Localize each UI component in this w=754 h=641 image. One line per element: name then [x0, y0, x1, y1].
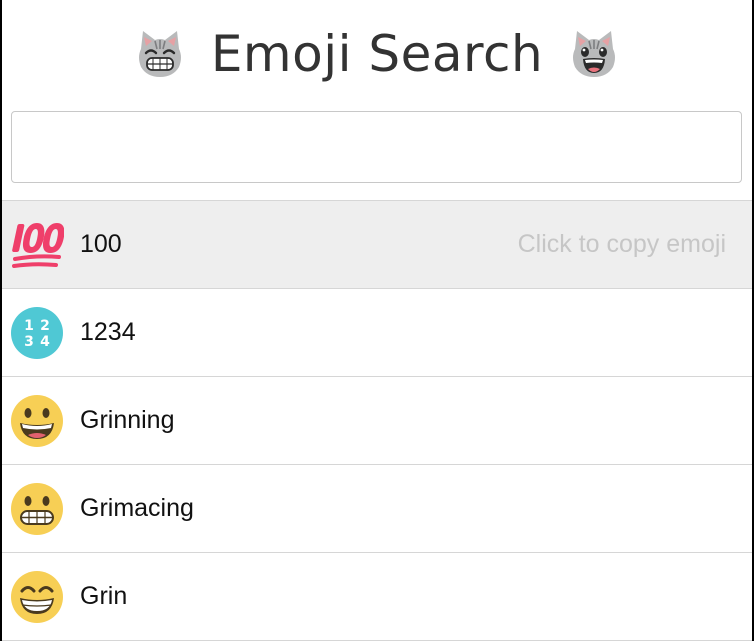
search-container: [2, 108, 752, 183]
svg-text:3: 3: [24, 334, 34, 350]
list-item-label: Grin: [80, 582, 128, 610]
list-item[interactable]: Grinning: [2, 377, 752, 465]
list-item[interactable]: 100 Click to copy emoji: [2, 201, 752, 289]
grinning-cat-icon: [138, 31, 181, 77]
list-item[interactable]: 1 2 3 4 1234: [2, 289, 752, 377]
page-title: Emoji Search: [210, 25, 544, 83]
list-item-label: 100: [80, 230, 122, 258]
input-numbers-icon: 1 2 3 4: [11, 306, 63, 359]
list-item-label: 1234: [80, 318, 136, 346]
list-item[interactable]: Grimacing: [2, 465, 752, 553]
hundred-points-icon: [12, 222, 64, 268]
search-input[interactable]: [11, 111, 742, 183]
svg-text:1: 1: [24, 318, 34, 334]
header: Emoji Search: [2, 0, 752, 108]
list-item-label: Grimacing: [80, 494, 194, 522]
grin-face-icon: [11, 570, 63, 623]
svg-text:2: 2: [40, 318, 50, 334]
list-item[interactable]: Grin: [2, 553, 752, 641]
svg-text:4: 4: [40, 334, 50, 350]
results-list: 100 Click to copy emoji 1 2 3 4 1234 Gri…: [2, 200, 752, 641]
cat-open-mouth-icon: [573, 31, 616, 77]
grimacing-face-icon: [11, 482, 63, 535]
grinning-face-icon: [11, 394, 63, 447]
list-item-label: Grinning: [80, 406, 175, 434]
copy-hint: Click to copy emoji: [517, 230, 726, 258]
app-page: Emoji Search 100 Click to copy emoji 1 2…: [2, 0, 752, 641]
